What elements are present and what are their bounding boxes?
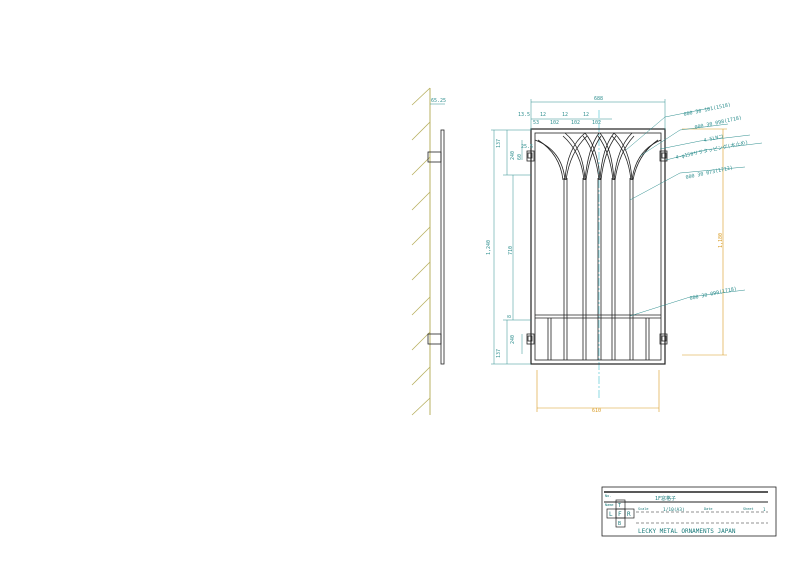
vertical-bars <box>547 178 650 360</box>
callout-2: 4 5LNコ <box>703 134 724 144</box>
top-offset-3: 12 <box>583 112 589 118</box>
tb-company: LECKY METAL ORNAMENTS JAPAN <box>638 528 736 535</box>
view-letter-l: L <box>609 511 613 518</box>
top-offset-2: 12 <box>562 112 568 118</box>
tb-sheet-label: Sheet <box>743 507 754 511</box>
tb-date-label: Date <box>704 507 712 511</box>
small-25-label: 25.5 <box>521 144 533 150</box>
bracket-bottom-label: 240 <box>510 335 516 344</box>
callout-0: 000 30 101(1518) <box>683 102 731 118</box>
tb-name-label: Name <box>605 503 613 507</box>
tb-no-label: No. <box>605 494 611 498</box>
title-block: No. Name 1F窓格子 Scale 1/10(A3) Date Sheet… <box>601 486 777 537</box>
bracket-top-label: 240 <box>510 151 516 160</box>
callout-1: 000 30 098(1718) <box>694 115 742 131</box>
bar-spacing-0: 53 <box>533 120 539 126</box>
front-view: 688 13.5 12 12 12 53 102 102 102 1,240 7… <box>486 96 763 414</box>
wall-hatching <box>411 87 431 416</box>
top-offset-0: 13.5 <box>518 112 530 118</box>
gothic-arches <box>534 132 662 181</box>
bottom-width-label: 610 <box>592 408 601 414</box>
height-top-label: 137 <box>496 139 502 148</box>
top-offset-1: 12 <box>540 112 546 118</box>
drawing-canvas: 65.25 688 13.5 12 12 12 53 102 102 102 1… <box>411 87 777 537</box>
tb-scale-value: 1/10(A3) <box>663 507 685 513</box>
side-view: 65.25 <box>411 87 446 416</box>
side-depth-label: 65.25 <box>431 98 446 104</box>
height-total-label: 1,240 <box>486 240 492 255</box>
callout-4: 000 30 073(1712) <box>685 165 733 181</box>
height-inner-label: 710 <box>508 246 514 255</box>
side-frame <box>440 129 445 365</box>
view-letter-r: R <box>627 511 631 518</box>
view-letter-b: B <box>618 521 621 527</box>
bar-spacing-1: 102 <box>550 120 559 126</box>
callout-leaders <box>625 107 763 317</box>
height-bottom-label: 137 <box>496 349 502 358</box>
bar-spacing-3: 102 <box>592 120 601 126</box>
bottom-dimension <box>536 370 660 412</box>
callout-5: 000 30 099(1718) <box>689 286 737 302</box>
right-height-label: 1,180 <box>718 233 724 248</box>
view-letter-t: T <box>618 503 621 509</box>
tb-name-value: 1F窓格子 <box>655 495 676 502</box>
view-letter-f: F <box>618 511 622 518</box>
overall-width-label: 688 <box>594 96 603 102</box>
small-60-label: 60 <box>517 154 523 160</box>
tb-scale-label: Scale <box>638 507 649 511</box>
small-8-label: 8 <box>507 315 513 318</box>
bar-spacing-2: 102 <box>571 120 580 126</box>
